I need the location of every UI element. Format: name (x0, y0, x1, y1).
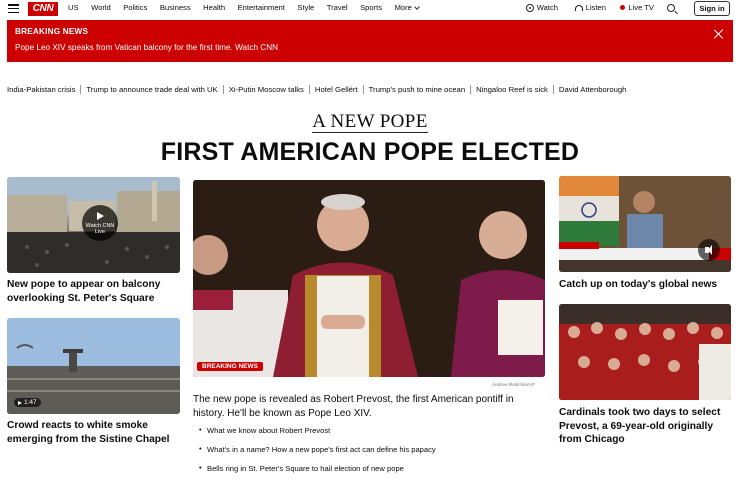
pope-illustration (193, 180, 545, 377)
related-link[interactable]: What's in a name? How a new pope's first… (199, 444, 549, 464)
trending-bar: India-Pakistan crisis Trump to announce … (7, 83, 743, 95)
story-title[interactable]: Cardinals took two days to select Prevos… (559, 406, 734, 447)
more-label: More (394, 3, 412, 12)
nav-link-travel[interactable]: Travel (327, 3, 348, 12)
speaker-mute-icon (705, 245, 712, 255)
nav-link-sports[interactable]: Sports (360, 3, 382, 12)
related-link[interactable]: Bells ring in St. Peter's Square to hail… (199, 463, 549, 483)
breaking-news-tag: BREAKING NEWS (197, 362, 263, 371)
st-peters-square-image[interactable]: Watch CNN Live (7, 177, 180, 273)
menu-icon[interactable] (8, 4, 19, 14)
story-title[interactable]: Crowd reacts to white smoke emerging fro… (7, 419, 182, 446)
breaking-label: BREAKING NEWS (15, 27, 89, 36)
play-label: Watch CNN Live (85, 223, 115, 235)
global-news-video-thumbnail[interactable] (559, 176, 731, 272)
nav-link-style[interactable]: Style (297, 3, 314, 12)
page-headline[interactable]: FIRST AMERICAN POPE ELECTED (0, 138, 740, 167)
pope-lead-image[interactable]: BREAKING NEWS (193, 180, 545, 377)
play-icon (97, 212, 104, 220)
breaking-text[interactable]: Pope Leo XIV speaks from Vatican balcony… (15, 43, 278, 52)
photo-credit: Andrew Medichini/AP (492, 382, 535, 387)
divider (222, 84, 224, 94)
listen-label: Listen (585, 3, 606, 12)
breaking-news-banner[interactable]: BREAKING NEWS Pope Leo XIV speaks from V… (7, 20, 733, 62)
close-icon[interactable] (713, 29, 723, 39)
divider (308, 84, 310, 94)
divider (362, 84, 364, 94)
sign-in-button[interactable]: Sign in (694, 1, 730, 16)
trending-link[interactable]: Ningaloo Reef is sick (476, 85, 548, 94)
trending-link[interactable]: India-Pakistan crisis (7, 85, 75, 94)
cnn-logo[interactable]: CNN (28, 2, 58, 16)
trending-link[interactable]: Trump to announce trade deal with UK (86, 85, 217, 94)
video-duration: 1:47 (14, 398, 41, 407)
top-navigation: CNN US World Politics Business Health En… (0, 0, 750, 18)
nav-link-business[interactable]: Business (160, 3, 191, 12)
live-dot-icon (620, 5, 626, 10)
nav-link-us[interactable]: US (68, 3, 79, 12)
divider (80, 84, 82, 94)
divider (470, 84, 472, 94)
cardinals-image[interactable] (559, 304, 731, 400)
trending-link[interactable]: David Attenborough (559, 85, 627, 94)
kicker-text: A NEW POPE (312, 111, 428, 133)
live-tv-link[interactable]: Live TV (620, 3, 654, 12)
nav-link-entertainment[interactable]: Entertainment (238, 3, 285, 12)
watch-icon (525, 3, 534, 12)
headphones-icon (574, 4, 583, 11)
watch-label: Watch (536, 3, 558, 12)
watch-link[interactable]: Watch (525, 3, 558, 12)
chevron-down-icon (414, 3, 420, 10)
play-button[interactable]: Watch CNN Live (82, 205, 118, 241)
mute-button[interactable] (698, 239, 720, 261)
listen-link[interactable]: Listen (574, 3, 606, 12)
nav-link-health[interactable]: Health (203, 3, 225, 12)
lead-story-summary[interactable]: The new pope is revealed as Robert Prevo… (193, 393, 543, 420)
kicker-link[interactable]: A NEW POPE (0, 111, 740, 133)
divider (552, 84, 554, 94)
section-links: US World Politics Business Health Entert… (68, 3, 431, 12)
cardinals-illustration (559, 304, 731, 400)
sistine-chapel-image[interactable]: 1:47 (7, 318, 180, 414)
search-icon[interactable] (667, 4, 675, 12)
duration-label: 1:47 (24, 399, 37, 406)
play-icon (18, 400, 22, 405)
story-title[interactable]: Catch up on today's global news (559, 278, 734, 292)
more-menu[interactable]: More (394, 3, 420, 12)
nav-link-world[interactable]: World (91, 3, 111, 12)
story-title[interactable]: New pope to appear on balcony overlookin… (7, 278, 182, 305)
trending-link[interactable]: Xi-Putin Moscow talks (229, 85, 304, 94)
related-links: What we know about Robert Prevost What's… (199, 425, 549, 483)
trending-link[interactable]: Hotel Gellért (315, 85, 358, 94)
nav-link-politics[interactable]: Politics (123, 3, 147, 12)
related-link[interactable]: What we know about Robert Prevost (199, 425, 549, 445)
live-tv-label: Live TV (628, 3, 654, 12)
trending-link[interactable]: Trump's push to mine ocean (369, 85, 465, 94)
